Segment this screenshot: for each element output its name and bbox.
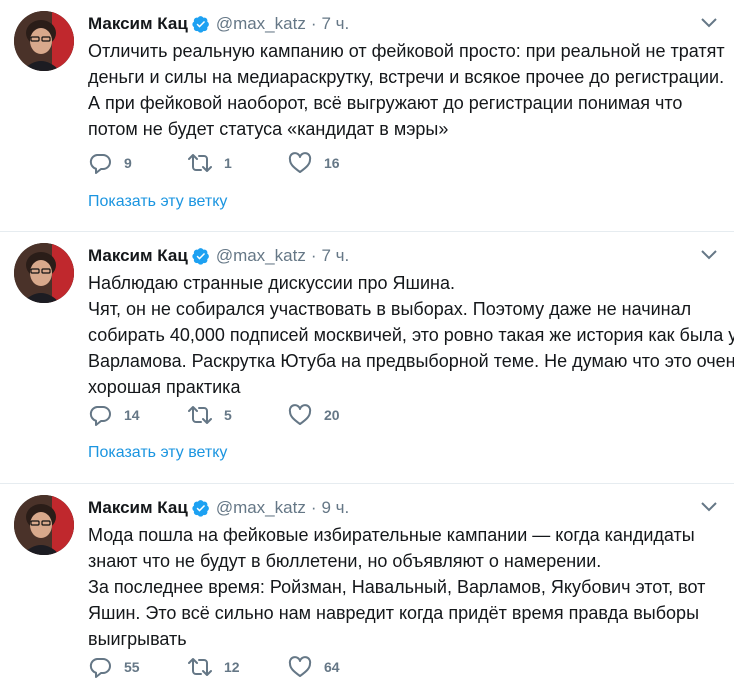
tweet-header: Максим Кац @max_katz · 9 ч. (88, 496, 349, 520)
retweet-button[interactable]: 5 (188, 404, 288, 426)
tweet-actions: 14 5 20 (88, 404, 388, 426)
separator: · (310, 14, 317, 33)
like-count: 20 (324, 407, 340, 423)
reply-icon (89, 658, 111, 678)
separator: · (310, 498, 317, 517)
chevron-down-icon[interactable] (700, 16, 718, 28)
tweet-text-line: Яшин. Это всё сильно нам навредит когда … (88, 603, 700, 623)
timestamp[interactable]: 7 ч. (322, 246, 350, 266)
avatar[interactable] (14, 11, 74, 71)
avatar[interactable] (14, 495, 74, 555)
tweet-header: Максим Кац @max_katz · 7 ч. (88, 244, 349, 268)
heart-icon (288, 152, 312, 173)
author-handle[interactable]: @max_katz (216, 246, 306, 266)
reply-button[interactable]: 14 (88, 404, 188, 426)
show-thread-link[interactable]: Показать эту ветку (88, 193, 227, 211)
tweet-text-line: Мода пошла на фейковые избирательные кам… (88, 525, 695, 545)
reply-icon (89, 154, 111, 174)
timestamp[interactable]: 9 ч. (322, 498, 350, 518)
tweet[interactable]: Максим Кац @max_katz · 7 ч. Наблюдаю стр… (0, 232, 734, 484)
tweet[interactable]: Максим Кац @max_katz · 9 ч. Мода пошла н… (0, 484, 734, 688)
avatar[interactable] (14, 243, 74, 303)
tweet-text: Мода пошла на фейковые избирательные кам… (88, 522, 718, 652)
retweet-button[interactable]: 1 (188, 152, 288, 174)
tweet-text-line: Отличить реальную кампанию от фейковой п… (88, 41, 725, 61)
tweet-actions: 9 1 16 (88, 152, 388, 174)
heart-icon (288, 656, 312, 677)
retweet-icon (188, 154, 212, 172)
timestamp[interactable]: 7 ч. (322, 14, 350, 34)
like-count: 64 (324, 659, 340, 675)
verified-badge-icon (192, 247, 210, 265)
reply-count: 14 (124, 407, 140, 423)
retweet-button[interactable]: 12 (188, 656, 288, 678)
chevron-down-icon[interactable] (700, 248, 718, 260)
retweet-icon (188, 406, 212, 424)
author-handle[interactable]: @max_katz (216, 498, 306, 518)
show-thread-link[interactable]: Показать эту ветку (88, 444, 227, 462)
like-button[interactable]: 20 (288, 404, 388, 426)
author-handle[interactable]: @max_katz (216, 14, 306, 34)
tweet-text: Отличить реальную кампанию от фейковой п… (88, 38, 725, 142)
heart-icon (288, 404, 312, 425)
tweet[interactable]: Максим Кац @max_katz · 7 ч. Отличить реа… (0, 0, 734, 232)
tweet-text-line: Чят, он не собирался участвовать в выбор… (88, 299, 692, 319)
reply-button[interactable]: 9 (88, 152, 188, 174)
tweet-text-line: Варламова. Раскрутка Ютуба на предвыборн… (88, 351, 734, 371)
author-name[interactable]: Максим Кац (88, 14, 188, 34)
tweet-text-line: выигрывать (88, 629, 187, 649)
like-button[interactable]: 16 (288, 152, 388, 174)
tweet-text-line: потом не будет статуса «кандидат в мэры» (88, 119, 449, 139)
verified-badge-icon (192, 15, 210, 33)
separator: · (310, 246, 317, 265)
tweet-text: Наблюдаю странные дискуссии про Яшина. Ч… (88, 270, 734, 400)
like-count: 16 (324, 155, 340, 171)
reply-icon (89, 406, 111, 426)
tweet-text-line: знают что не будут в бюллетени, но объяв… (88, 551, 602, 571)
tweet-text-line: За последнее время: Ройзман, Навальный, … (88, 577, 706, 597)
tweet-text-line: Наблюдаю странные дискуссии про Яшина. (88, 273, 455, 293)
retweet-count: 12 (224, 659, 240, 675)
retweet-count: 5 (224, 407, 232, 423)
tweet-text-line: А при фейковой наоборот, всё выгружают д… (88, 93, 683, 113)
tweet-actions: 55 12 64 (88, 656, 388, 678)
tweet-text-line: деньги и силы на медиараскрутку, встречи… (88, 67, 725, 87)
reply-button[interactable]: 55 (88, 656, 188, 678)
tweet-text-line: собирать 40,000 подписей москвичей, это … (88, 325, 734, 345)
tweet-text-line: хорошая практика (88, 377, 241, 397)
verified-badge-icon (192, 499, 210, 517)
tweet-header: Максим Кац @max_katz · 7 ч. (88, 12, 349, 36)
reply-count: 9 (124, 155, 132, 171)
retweet-count: 1 (224, 155, 232, 171)
chevron-down-icon[interactable] (700, 500, 718, 512)
author-name[interactable]: Максим Кац (88, 246, 188, 266)
retweet-icon (188, 658, 212, 676)
like-button[interactable]: 64 (288, 656, 388, 678)
author-name[interactable]: Максим Кац (88, 498, 188, 518)
reply-count: 55 (124, 659, 140, 675)
